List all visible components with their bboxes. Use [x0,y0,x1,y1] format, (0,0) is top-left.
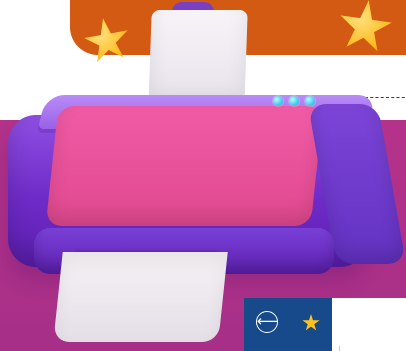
printer-button-dot [305,96,315,106]
arrow-left-icon[interactable]: ⟵ [256,311,279,333]
printer-front-panel [45,106,324,226]
paper-output [53,252,228,342]
divider [339,346,340,351]
printer-button-dot [289,96,299,106]
printer-buttons [273,96,323,106]
scene: ⟵ [0,0,406,351]
dashed-line [365,97,406,98]
browser-toolbar: ⟵ [244,298,406,351]
printer-button-dot [273,96,283,106]
